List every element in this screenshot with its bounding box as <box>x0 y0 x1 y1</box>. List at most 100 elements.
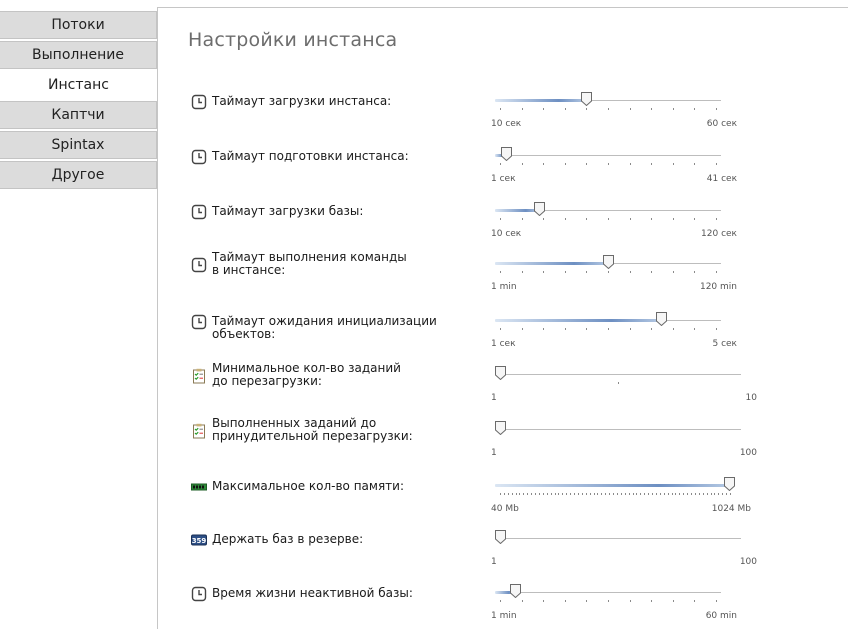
slider-max-label: 41 сек <box>706 174 737 184</box>
slider-tick <box>630 328 631 330</box>
slider-tick <box>644 493 645 495</box>
slider-tick <box>500 493 501 495</box>
slider-fill <box>495 484 729 487</box>
slider[interactable]: 1 10 <box>491 365 757 403</box>
slider-tick <box>608 108 609 110</box>
slider-tick <box>716 108 717 110</box>
slider-tick <box>613 493 614 495</box>
slider-min-label: 1 min <box>491 611 517 621</box>
slider[interactable]: 1 100 <box>491 529 757 567</box>
slider-tick <box>522 600 523 602</box>
slider-tick <box>630 108 631 110</box>
slider-tick <box>565 600 566 602</box>
slider-tick <box>668 493 669 495</box>
slider-tick <box>694 271 695 273</box>
slider-tick <box>730 493 731 495</box>
slider-tick <box>500 328 501 330</box>
database-counter-icon: 359 <box>191 532 207 548</box>
slider[interactable]: 10 сек 120 сек <box>491 201 737 239</box>
slider-thumb[interactable] <box>603 254 614 270</box>
setting-label: Время жизни неактивной базы: <box>212 586 413 600</box>
slider[interactable]: 1 min 120 min <box>491 254 737 292</box>
slider-max-label: 1024 Mb <box>711 504 751 514</box>
sidebar-item-spintax[interactable]: Spintax <box>0 131 157 159</box>
slider[interactable]: 1 min 60 min <box>491 583 737 621</box>
slider-tick <box>522 328 523 330</box>
slider[interactable]: 1 сек 41 сек <box>491 146 737 184</box>
slider[interactable]: 10 сек 60 сек <box>491 91 737 129</box>
slider-max-label: 60 min <box>705 611 737 621</box>
slider-tick <box>504 493 505 495</box>
slider-tick <box>633 493 634 495</box>
stopwatch-icon <box>191 257 207 273</box>
slider-tick <box>519 493 520 495</box>
slider-tick <box>716 328 717 330</box>
slider-thumb[interactable] <box>581 91 592 107</box>
slider-tick <box>500 108 501 110</box>
slider-tick <box>508 493 509 495</box>
slider-fill <box>495 319 661 322</box>
slider-thumb[interactable] <box>534 201 545 217</box>
slider-thumb[interactable] <box>495 420 506 436</box>
slider-tick <box>694 108 695 110</box>
slider-tick <box>543 600 544 602</box>
slider-tick <box>673 108 674 110</box>
slider-tick <box>672 493 673 495</box>
slider-tick <box>586 163 587 165</box>
slider-track <box>495 592 721 593</box>
slider-thumb[interactable] <box>495 529 506 545</box>
sidebar: Потоки Выполнение Инстанс Каптчи Spintax… <box>0 11 157 629</box>
slider-min-label: 1 <box>491 448 497 458</box>
slider-max-label: 100 <box>739 448 757 458</box>
slider[interactable]: 40 Mb 1024 Mb <box>491 476 751 514</box>
slider-tick <box>558 493 559 495</box>
sidebar-item-threads[interactable]: Потоки <box>0 11 157 39</box>
slider-tick <box>565 218 566 220</box>
slider-tick <box>694 600 695 602</box>
slider-tick <box>707 493 708 495</box>
setting-label: Таймаут загрузки базы: <box>212 204 364 218</box>
slider-tick <box>651 328 652 330</box>
sidebar-item-instance[interactable]: Инстанс <box>0 71 157 99</box>
slider-thumb[interactable] <box>656 311 667 327</box>
slider-tick <box>586 600 587 602</box>
setting-label: Выполненных заданий до принудительной пе… <box>212 416 413 443</box>
slider-tick <box>578 493 579 495</box>
slider-min-label: 10 сек <box>491 229 522 239</box>
slider-thumb[interactable] <box>495 365 506 381</box>
slider-tick <box>651 600 652 602</box>
slider-thumb[interactable] <box>724 476 735 492</box>
slider-ticks <box>495 271 721 274</box>
slider-ticks <box>495 163 721 166</box>
slider-tick <box>630 218 631 220</box>
slider-tick <box>656 493 657 495</box>
slider-tick <box>547 493 548 495</box>
sidebar-item-other[interactable]: Другое <box>0 161 157 189</box>
setting-label: Таймаут ожидания инициализации объектов: <box>212 314 437 341</box>
slider-thumb[interactable] <box>501 146 512 162</box>
slider-tick <box>630 163 631 165</box>
sidebar-item-captcha[interactable]: Каптчи <box>0 101 157 129</box>
slider-thumb[interactable] <box>510 583 521 599</box>
slider[interactable]: 1 сек 5 сек <box>491 311 737 349</box>
slider-tick <box>522 271 523 273</box>
slider-tick <box>651 163 652 165</box>
slider-tick <box>586 218 587 220</box>
slider-tick <box>601 493 602 495</box>
setting-label: Держать баз в резерве: <box>212 532 364 546</box>
sidebar-item-execution[interactable]: Выполнение <box>0 41 157 69</box>
slider-tick <box>652 493 653 495</box>
slider-tick <box>543 163 544 165</box>
slider-tick <box>500 163 501 165</box>
slider[interactable]: 1 100 <box>491 420 757 458</box>
slider-tick <box>608 218 609 220</box>
slider-tick <box>679 493 680 495</box>
slider-tick <box>582 493 583 495</box>
slider-tick <box>608 328 609 330</box>
slider-tick <box>535 493 536 495</box>
slider-tick <box>691 493 692 495</box>
slider-tick <box>543 271 544 273</box>
slider-max-label: 120 min <box>699 282 737 292</box>
slider-max-label: 100 <box>739 557 757 567</box>
slider-tick <box>551 493 552 495</box>
